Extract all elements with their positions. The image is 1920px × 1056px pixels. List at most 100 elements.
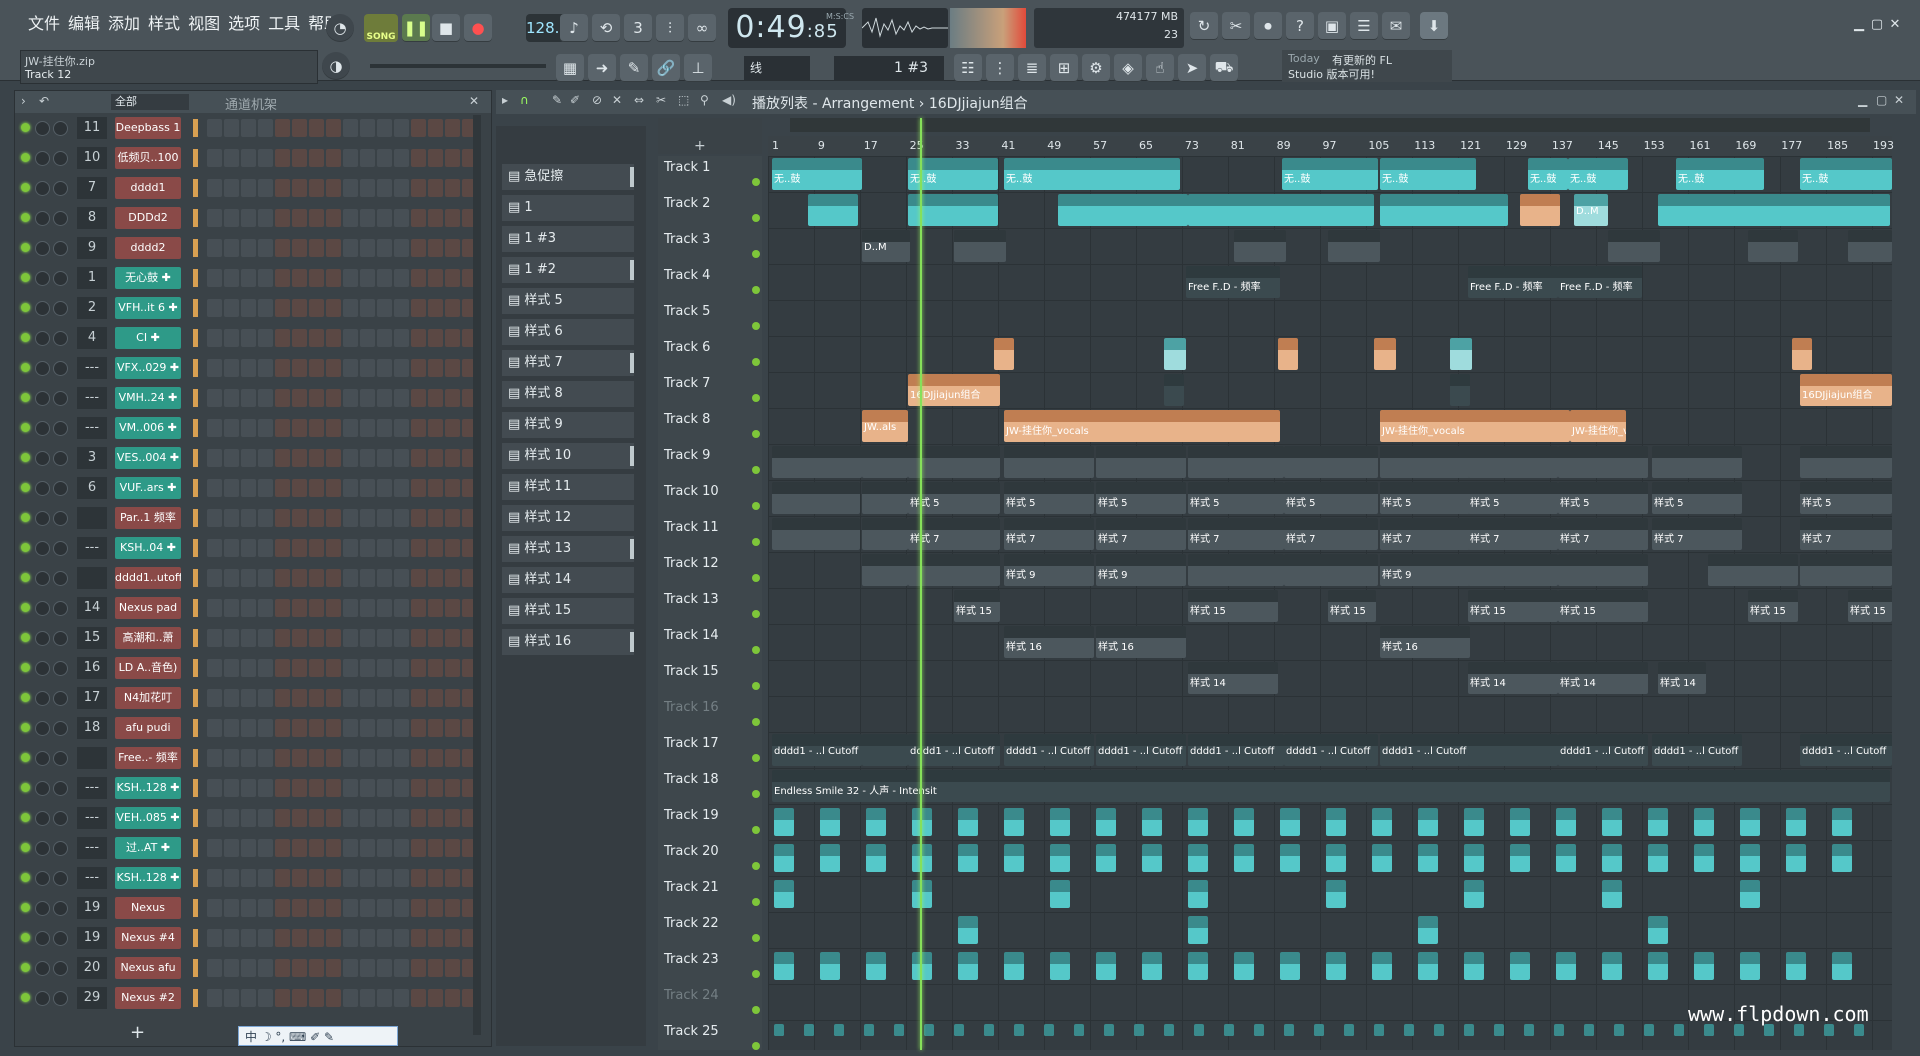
arrangement-grid[interactable]: 无..鼓 无..鼓 无..鼓 无..鼓 无..鼓 无..鼓 无..鼓 无..鼓 无..鼓 D..M… [768, 156, 1892, 1050]
note-clip[interactable] [1510, 952, 1530, 980]
track-enable-dot[interactable] [752, 970, 760, 978]
channel-row[interactable]: 8 DDDd2 [15, 203, 491, 233]
channel-name-button[interactable]: KSH..04 ✚ [115, 537, 181, 559]
channel-row[interactable]: 20 Nexus afu [15, 953, 491, 983]
note-clip[interactable] [1648, 916, 1668, 944]
playlist-clip[interactable]: 样式 15 [1328, 590, 1376, 622]
ime-toolbar[interactable]: 中 ☽ °, ⌨ ✐ ✎ [238, 1026, 398, 1046]
step-sequencer[interactable] [207, 269, 477, 287]
channel-mixer-number[interactable]: 1 [77, 267, 107, 289]
channel-select-indicator[interactable] [193, 509, 198, 527]
playlist-clip[interactable] [1792, 338, 1812, 370]
volume-knob-icon[interactable] [53, 571, 68, 586]
volume-knob-icon[interactable] [53, 871, 68, 886]
channel-select-indicator[interactable] [193, 959, 198, 977]
step-sequencer[interactable] [207, 449, 477, 467]
pencil-icon[interactable]: ✎ [620, 54, 648, 82]
note-clip[interactable] [1096, 952, 1116, 980]
track-enable-dot[interactable] [752, 358, 760, 366]
channel-row[interactable]: --- KSH..04 ✚ [15, 533, 491, 563]
playlist-clip[interactable]: 样式 16 [1004, 626, 1094, 658]
track-enable-dot[interactable] [752, 898, 760, 906]
playlist-clip[interactable] [1558, 554, 1648, 586]
note-clip[interactable] [1556, 952, 1576, 980]
note-clip[interactable] [1648, 952, 1668, 980]
note-clip[interactable] [864, 1024, 874, 1036]
channel-mixer-number[interactable]: 20 [77, 957, 107, 979]
track-header[interactable]: Track 11 [662, 516, 762, 552]
channel-enable-led[interactable] [21, 513, 30, 522]
track-enable-dot[interactable] [752, 538, 760, 546]
channel-enable-led[interactable] [21, 933, 30, 942]
pan-knob-icon[interactable] [35, 991, 50, 1006]
rack-scrollbar[interactable] [473, 115, 481, 1035]
playlist-clip[interactable] [954, 230, 1006, 262]
playlist-clip[interactable]: 样式 7 [1188, 518, 1284, 550]
channel-enable-led[interactable] [21, 873, 30, 882]
channel-enable-led[interactable] [21, 783, 30, 792]
playlist-clip[interactable]: Free F..D - 频率 [1558, 266, 1642, 298]
note-clip[interactable] [1510, 844, 1530, 872]
play-pause-button[interactable]: ❚❚ [402, 14, 430, 42]
track-header[interactable]: Track 6 [662, 336, 762, 372]
playlist-clip[interactable]: Free F..D - 频率 [1186, 266, 1280, 298]
note-clip[interactable] [912, 808, 932, 836]
note-clip[interactable] [1280, 808, 1300, 836]
step-sequencer[interactable] [207, 929, 477, 947]
menu-edit[interactable]: 编辑 [64, 12, 104, 36]
channel-row[interactable]: Par..1 频率 [15, 503, 491, 533]
channel-row[interactable]: 3 VES..004 ✚ [15, 443, 491, 473]
playlist-clip[interactable]: 无..鼓 [1800, 158, 1892, 190]
playlist-clip[interactable] [1188, 446, 1284, 478]
menu-patterns[interactable]: 样式 [144, 12, 184, 36]
playlist-clip[interactable]: D..M [1574, 194, 1608, 226]
timeline-ruler[interactable]: 1 9 17 25 33 41 49 57 65 73 81 89 97 105 113 121 129 137 1… [768, 136, 1894, 157]
volume-knob-icon[interactable] [53, 811, 68, 826]
volume-knob-icon[interactable] [53, 691, 68, 706]
playlist-clip[interactable]: 样式 7 [1096, 518, 1186, 550]
step-sequencer[interactable] [207, 749, 477, 767]
channel-mixer-number[interactable]: 29 [77, 987, 107, 1009]
channel-select-indicator[interactable] [193, 839, 198, 857]
channel-mixer-number[interactable]: 2 [77, 297, 107, 319]
pattern-picker-item[interactable]: ▤ 样式 11 [502, 474, 634, 500]
playlist-clip[interactable] [1658, 194, 1890, 226]
note-clip[interactable] [1374, 1024, 1384, 1036]
note-clip[interactable] [1372, 844, 1392, 872]
channel-name-button[interactable]: dddd1 [115, 177, 181, 199]
playlist-clip[interactable] [1284, 554, 1378, 586]
playlist-clip[interactable]: 样式 5 [1652, 482, 1742, 514]
playlist-clip[interactable] [1848, 230, 1892, 262]
note-clip[interactable] [1004, 952, 1024, 980]
pan-knob-icon[interactable] [35, 241, 50, 256]
track-header[interactable]: Track 20 [662, 840, 762, 876]
note-clip[interactable] [774, 808, 794, 836]
playlist-clip[interactable] [862, 482, 908, 514]
select-tool-icon[interactable]: ⬚ [678, 93, 689, 107]
note-clip[interactable] [1602, 844, 1622, 872]
playlist-clip[interactable] [1468, 554, 1558, 586]
channel-row[interactable]: 6 VUF..ars ✚ [15, 473, 491, 503]
note-clip[interactable] [1254, 1024, 1264, 1036]
channel-select-indicator[interactable] [193, 569, 198, 587]
link-icon[interactable]: 🔗 [652, 54, 680, 82]
note-clip[interactable] [984, 1024, 994, 1036]
note-clip[interactable] [1188, 880, 1208, 908]
track-header[interactable]: Track 3 [662, 228, 762, 264]
channel-enable-led[interactable] [21, 693, 30, 702]
pan-knob-icon[interactable] [35, 811, 50, 826]
stamp-icon[interactable]: ⊥ [684, 54, 712, 82]
countdown-icon[interactable]: 3 [624, 14, 652, 42]
step-sequencer[interactable] [207, 329, 477, 347]
track-header[interactable]: Track 9 [662, 444, 762, 480]
step-sequencer[interactable] [207, 989, 477, 1007]
master-volume-knob-icon[interactable]: ◔ [326, 14, 354, 42]
volume-knob-icon[interactable] [53, 661, 68, 676]
playlist-clip[interactable] [1284, 446, 1378, 478]
track-header[interactable]: Track 1 [662, 156, 762, 192]
note-clip[interactable] [1050, 844, 1070, 872]
playlist-clip[interactable]: dddd1 - ..l Cutoff [1380, 734, 1470, 766]
playlist-clip[interactable] [772, 518, 860, 550]
playlist-clip[interactable] [772, 482, 860, 514]
channel-select-indicator[interactable] [193, 449, 198, 467]
